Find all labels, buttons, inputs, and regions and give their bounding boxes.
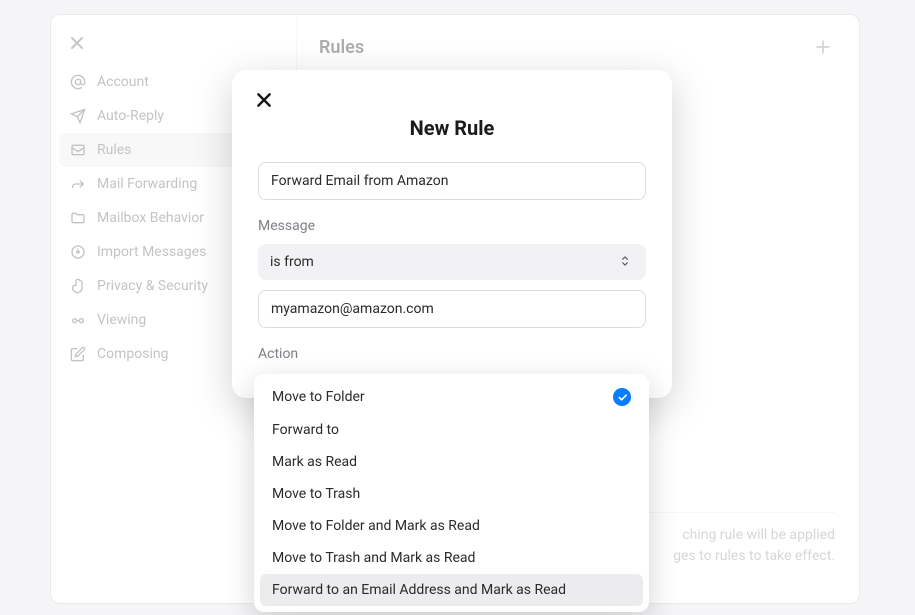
dropdown-option-move-to-trash[interactable]: Move to Trash <box>260 478 643 510</box>
close-modal-button[interactable] <box>252 88 276 112</box>
condition-value-input[interactable] <box>258 290 646 328</box>
new-rule-modal: New Rule Message is from Action <box>232 70 672 398</box>
dropdown-option-label: Forward to <box>272 422 339 438</box>
dropdown-option-label: Move to Folder <box>272 389 365 405</box>
action-dropdown: Move to Folder Forward to Mark as Read M… <box>254 374 649 612</box>
message-label: Message <box>258 218 646 234</box>
condition-select[interactable]: is from <box>258 244 646 280</box>
checkmark-icon <box>613 388 631 406</box>
dropdown-option-move-trash-read[interactable]: Move to Trash and Mark as Read <box>260 542 643 574</box>
modal-title: New Rule <box>258 116 646 140</box>
dropdown-option-forward-to[interactable]: Forward to <box>260 414 643 446</box>
dropdown-option-label: Move to Trash and Mark as Read <box>272 550 475 566</box>
dropdown-option-label: Forward to an Email Address and Mark as … <box>272 582 566 598</box>
dropdown-option-label: Move to Trash <box>272 486 360 502</box>
chevrons-updown-icon <box>618 254 634 270</box>
action-label: Action <box>258 346 646 362</box>
rule-name-input[interactable] <box>258 162 646 200</box>
dropdown-option-label: Mark as Read <box>272 454 357 470</box>
dropdown-option-move-folder-read[interactable]: Move to Folder and Mark as Read <box>260 510 643 542</box>
dropdown-option-label: Move to Folder and Mark as Read <box>272 518 480 534</box>
dropdown-option-move-to-folder[interactable]: Move to Folder <box>260 380 643 414</box>
dropdown-option-mark-as-read[interactable]: Mark as Read <box>260 446 643 478</box>
dropdown-option-forward-email-read[interactable]: Forward to an Email Address and Mark as … <box>260 574 643 606</box>
condition-select-value: is from <box>270 254 314 270</box>
